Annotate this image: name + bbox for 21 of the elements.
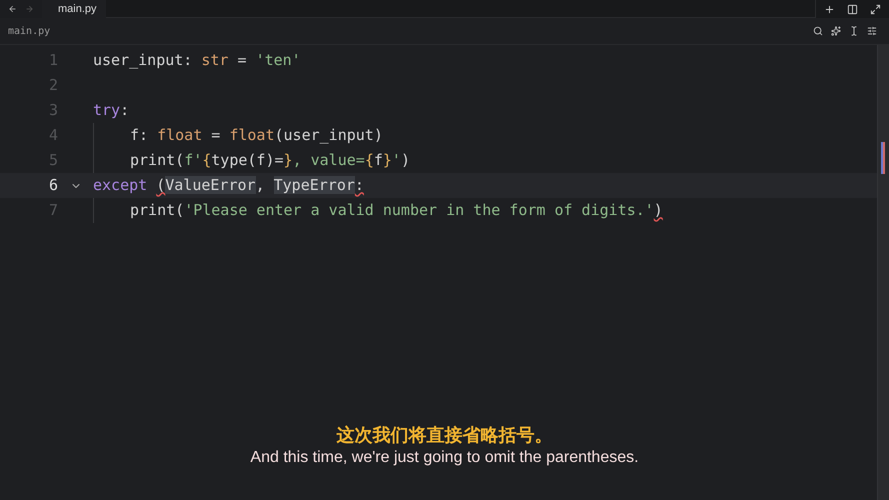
subtitle: And this time, we're just going to omit the parentheses. [250,448,639,468]
code-line: user_input: str = 'ten' [93,50,301,72]
code-line: try: [93,100,130,122]
editor-tab[interactable]: main.py [42,0,106,18]
split-icon[interactable] [847,4,858,14]
code-line: print('Please enter a valid number in the form of digits.') [129,200,663,222]
code-line: except (ValueError, TypeError: [93,175,364,196]
breadcrumb: main.py [8,24,50,38]
line-number: 6 [48,175,58,196]
back-icon[interactable] [8,4,17,14]
text-cursor-icon[interactable] [849,26,859,36]
scroll-marker [881,142,885,174]
sparkle-icon[interactable] [831,26,841,36]
sliders-icon[interactable] [867,26,877,36]
add-icon[interactable] [824,4,835,14]
search-icon[interactable] [813,26,823,36]
subtitle: 这次我们将直接省略括号。 [336,424,552,448]
expand-icon[interactable] [870,4,881,14]
code-line: f: float = float(user_input) [129,125,383,146]
scrollbar[interactable] [877,45,889,500]
code-line: print(f'{type(f)=}, value={f}') [129,150,410,172]
